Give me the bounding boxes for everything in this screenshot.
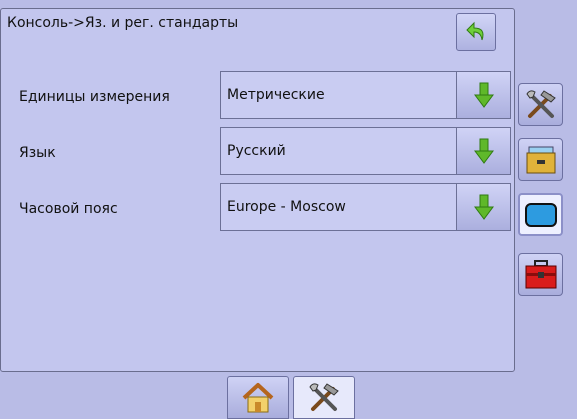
language-value: Русский <box>227 143 286 159</box>
tab-display[interactable] <box>518 193 563 236</box>
tools-icon <box>309 382 339 411</box>
home-icon <box>242 382 274 412</box>
tab-tools-bottom[interactable] <box>293 376 355 419</box>
file-cabinet-icon <box>526 146 555 173</box>
tab-toolbox[interactable] <box>518 253 563 296</box>
down-arrow-icon <box>473 138 494 164</box>
back-button[interactable] <box>456 13 496 51</box>
timezone-dropdown[interactable]: Europe - Moscow <box>220 183 511 231</box>
units-dropdown[interactable]: Метрические <box>220 71 511 119</box>
display-icon <box>524 202 557 227</box>
timezone-value: Europe - Moscow <box>227 199 346 215</box>
tab-file-cabinet[interactable] <box>518 138 563 181</box>
timezone-dropdown-button[interactable] <box>456 184 510 230</box>
language-dropdown-button[interactable] <box>456 128 510 174</box>
setting-label-timezone: Часовой пояс <box>19 201 118 217</box>
setting-label-units: Единицы измерения <box>19 89 170 105</box>
settings-panel: Консоль->Яз. и рег. стандарты Единицы из… <box>0 8 515 372</box>
units-value: Метрические <box>227 87 325 103</box>
language-dropdown[interactable]: Русский <box>220 127 511 175</box>
tools-icon <box>525 89 556 118</box>
tab-tools[interactable] <box>518 83 563 126</box>
down-arrow-icon <box>473 194 494 220</box>
down-arrow-icon <box>473 82 494 108</box>
back-arrow-icon <box>466 21 484 41</box>
setting-label-language: Язык <box>19 145 56 161</box>
toolbox-icon <box>525 259 556 288</box>
breadcrumb: Консоль->Яз. и рег. стандарты <box>7 15 239 31</box>
units-dropdown-button[interactable] <box>456 72 510 118</box>
tab-home[interactable] <box>227 376 289 419</box>
